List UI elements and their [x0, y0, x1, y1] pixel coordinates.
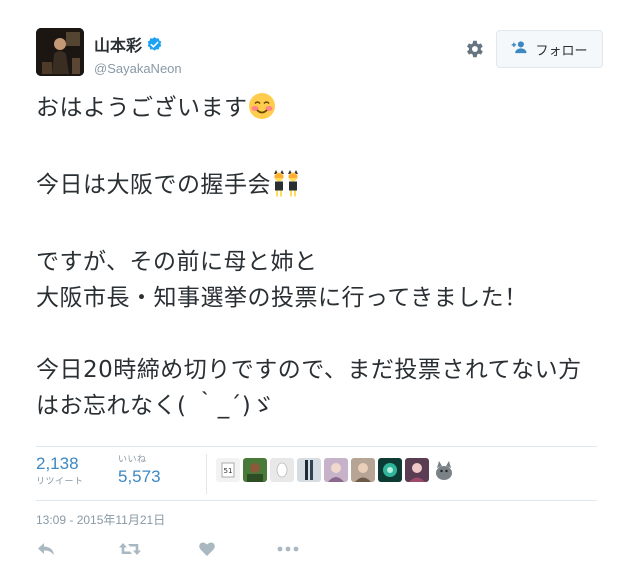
- liker-avatar[interactable]: [432, 458, 456, 482]
- stats-divider: [206, 454, 207, 494]
- divider: [36, 500, 597, 501]
- verified-badge-icon: [146, 36, 163, 53]
- like-label: いいね: [118, 455, 147, 465]
- tweet-line-reminder: 今日20時締め切りですので、まだ投票されてない方はお忘れなく( ｀_´)ゞ: [36, 357, 582, 419]
- tweet-timestamp[interactable]: 13:09 - 2015年11月21日: [36, 511, 165, 528]
- liker-avatar[interactable]: [405, 458, 429, 482]
- display-name[interactable]: 山本彩: [94, 32, 142, 56]
- liker-avatar[interactable]: 51: [216, 458, 240, 482]
- retweet-label: リツイート: [36, 477, 84, 487]
- like-count: 5,573: [118, 467, 161, 486]
- tweet-line-handshake: 今日は大阪での握手会: [36, 172, 271, 198]
- liker-avatar[interactable]: [243, 458, 267, 482]
- tweet-line-voting: ですが、その前に母と姉と 大阪市長・知事選挙の投票に行ってきました！: [36, 249, 528, 311]
- liker-avatar[interactable]: [297, 458, 321, 482]
- divider: [36, 446, 597, 447]
- retweet-count: 2,138: [36, 454, 79, 473]
- tweet-header: 山本彩 @SayakaNeon フォロー: [36, 28, 603, 78]
- tweet-stats: 2,138 リツイート いいね 5,573 51: [36, 452, 606, 494]
- liker-avatar[interactable]: [324, 458, 348, 482]
- avatar[interactable]: [36, 28, 84, 76]
- user-info: 山本彩 @SayakaNeon: [94, 32, 182, 76]
- follow-button-label: フォロー: [535, 43, 588, 59]
- liker-avatar[interactable]: [270, 458, 294, 482]
- tweet-text: おはようございます 今日は大阪での握手会 ですが、その前に母と姉と 大阪市長・知…: [36, 90, 596, 424]
- person-add-icon: [511, 40, 529, 58]
- more-dots-icon[interactable]: [276, 540, 302, 560]
- tweet-actions: [36, 540, 336, 562]
- reply-icon[interactable]: [36, 540, 58, 560]
- gear-icon[interactable]: [463, 38, 485, 60]
- smiling-face-emoji-icon: [248, 92, 276, 131]
- liker-avatars: 51: [216, 458, 456, 482]
- tweet-line-greeting: おはようございます: [36, 95, 248, 121]
- like-stat[interactable]: いいね 5,573: [118, 452, 161, 487]
- liker-avatar[interactable]: [351, 458, 375, 482]
- follow-button[interactable]: フォロー: [496, 30, 603, 68]
- retweet-stat[interactable]: 2,138 リツイート: [36, 452, 84, 487]
- heart-icon[interactable]: [198, 540, 220, 560]
- retweet-icon[interactable]: [118, 540, 142, 560]
- user-handle[interactable]: @SayakaNeon: [94, 61, 182, 76]
- dancers-emoji-icon: [271, 169, 301, 208]
- svg-text:51: 51: [224, 467, 233, 475]
- liker-avatar[interactable]: [378, 458, 402, 482]
